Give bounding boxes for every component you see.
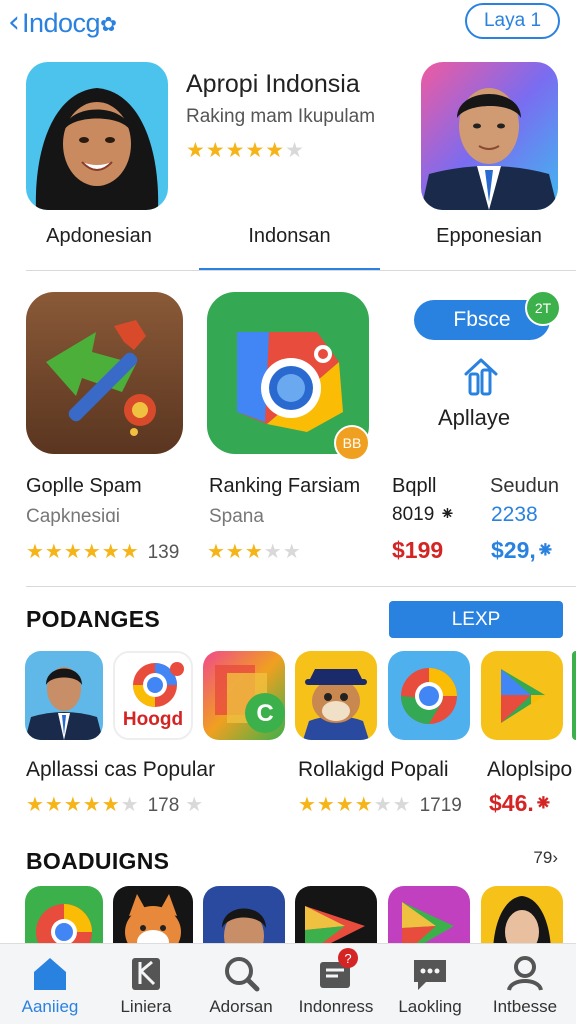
- featured-app-rating: ★★★★★: [207, 541, 302, 563]
- avatar-suited-man[interactable]: [421, 62, 558, 210]
- back-title: Indocg: [22, 7, 101, 38]
- featured-app-rating: ★★★★★★ 139: [26, 541, 180, 563]
- featured-app-category: Capknesiɑi: [26, 506, 120, 527]
- tab-epponesian[interactable]: Epponesian: [414, 216, 564, 256]
- app-tile-hoogd[interactable]: Hoogd: [113, 651, 193, 740]
- profile-icon: [505, 954, 545, 992]
- home-icon: [30, 954, 70, 992]
- nav-label: Indonress: [298, 997, 374, 1016]
- apply-label[interactable]: Apllaye: [438, 405, 510, 431]
- nav-search[interactable]: Adorsan: [193, 944, 289, 1024]
- app-tile-man[interactable]: [25, 651, 103, 740]
- rating-count: 1719: [419, 795, 462, 816]
- section-title-podanges: PODANGES: [26, 606, 161, 632]
- divider: [26, 586, 576, 587]
- featured-app-name[interactable]: Ranking Farsiam: [209, 475, 360, 498]
- hero-rating-stars: ★★★★★★: [186, 139, 305, 162]
- notification-badge: ?: [338, 948, 358, 968]
- hero-subtitle: Raking mam Ikupulam: [186, 106, 376, 127]
- rating-count: 139: [147, 542, 180, 563]
- app-tile-gradient-c[interactable]: C: [203, 651, 285, 740]
- price-value: $199: [392, 537, 444, 563]
- featured-app-category: Spana: [209, 506, 264, 527]
- price-value: $29,⁕: [491, 537, 556, 563]
- app-tile-partial: [572, 651, 576, 740]
- tab-indonsan[interactable]: Indonsan: [199, 216, 380, 256]
- price-value: $46.⁕: [489, 790, 554, 816]
- search-icon: [221, 954, 261, 992]
- price-app-name[interactable]: Bqpll: [392, 475, 436, 498]
- nav-label: Adorsan: [209, 997, 273, 1016]
- price-app-name[interactable]: Seudun: [490, 475, 559, 498]
- bottom-nav: Aaniieg Liniera Adorsan ? Indonress Laok…: [0, 943, 576, 1024]
- gear-icon: ✿: [100, 13, 117, 36]
- section-title-boaduigns: BOADUIGNS: [26, 848, 170, 874]
- app-tile-chrome[interactable]: [388, 651, 470, 740]
- nav-chat[interactable]: Laokling: [382, 944, 478, 1024]
- tab-apdonesian[interactable]: Apdonesian: [26, 216, 172, 256]
- app-tile-play[interactable]: [481, 651, 563, 740]
- nav-home[interactable]: Aaniieg: [2, 944, 98, 1024]
- nav-inbox[interactable]: ? Indonress: [288, 944, 384, 1024]
- popular-app-name[interactable]: Rollakigd Popali: [298, 758, 449, 782]
- back-button[interactable]: ‹ Indocg ✿: [8, 6, 117, 40]
- app-badge: BB: [334, 425, 370, 461]
- rating-count: 178: [147, 795, 180, 816]
- nav-label: Intbesse: [492, 997, 558, 1016]
- tile-label: Hoogd: [122, 709, 184, 730]
- see-more-link[interactable]: 79›: [533, 848, 558, 868]
- chat-icon: [410, 954, 450, 992]
- price-app-sub: 2238: [491, 503, 538, 526]
- top-bar: ‹ Indocg ✿ Laya 1: [0, 0, 576, 46]
- app-tile-fox[interactable]: [295, 651, 377, 740]
- hero-title: Apropi Indonsia: [186, 70, 360, 98]
- nav-label: Aaniieg: [21, 997, 79, 1016]
- app-icon-tools[interactable]: [26, 292, 183, 454]
- nav-library[interactable]: Liniera: [98, 944, 194, 1024]
- bookmark-icon: [126, 954, 166, 992]
- avatar-hijab-woman[interactable]: [26, 62, 168, 210]
- section-action-button[interactable]: LEXP: [389, 601, 563, 638]
- popular-app-name[interactable]: Apllassi cas Popular: [26, 758, 215, 782]
- nav-label: Liniera: [120, 997, 172, 1016]
- hero-profile: Apropi Indonsia Raking mam Ikupulam ★★★★…: [0, 46, 576, 271]
- popular-app-rating: ★★★★★★ 1719: [298, 794, 462, 816]
- chevron-left-icon: ‹: [8, 5, 20, 40]
- flash-badge: 2T: [525, 290, 561, 326]
- popular-app-rating: ★★★★★★ 178 ★: [26, 794, 205, 816]
- price-app-sub: 8019 ⁕: [392, 504, 456, 525]
- popular-app-name[interactable]: Aloplsipo: [487, 758, 572, 782]
- svg-text:C: C: [256, 700, 273, 727]
- nav-label: Laokling: [398, 997, 462, 1016]
- featured-app-name[interactable]: Goplle Spam: [26, 475, 142, 498]
- divider: [26, 270, 576, 271]
- layer-pill-button[interactable]: Laya 1: [465, 3, 560, 39]
- apply-home-icon[interactable]: [462, 356, 500, 396]
- nav-profile[interactable]: Intbesse: [477, 944, 573, 1024]
